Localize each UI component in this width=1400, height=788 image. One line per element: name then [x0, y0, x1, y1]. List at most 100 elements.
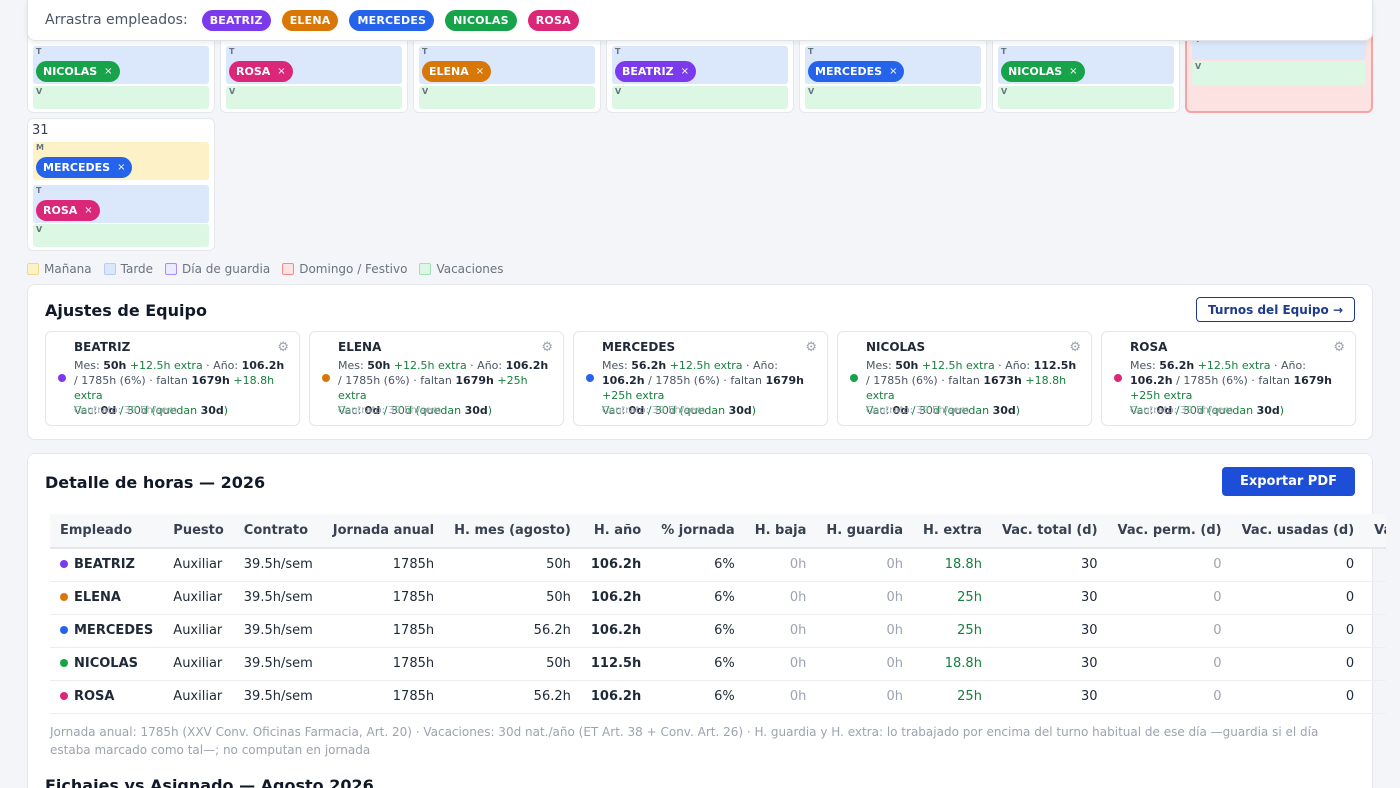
drag-pill-elena[interactable]: ELENA: [281, 9, 339, 31]
table-row[interactable]: NICOLAS Auxiliar 39.5h/sem 1785h 50h 112.5h 6%…: [50, 647, 1386, 681]
shift-chip[interactable]: MERCEDES ×: [808, 61, 905, 82]
gear-icon[interactable]: ⚙: [805, 340, 817, 355]
column-header[interactable]: Vac. rest. (d): [1364, 514, 1386, 549]
employee-name: ELENA: [74, 590, 121, 605]
employee-card-mercedes[interactable]: MERCEDES ⚙ Mes: 56.2h +12.5h extra · Año: …: [573, 331, 828, 426]
employee-card-rosa[interactable]: ROSA ⚙ Mes: 56.2h +12.5h extra · Año: 106.…: [1101, 331, 1356, 426]
column-header[interactable]: Vac. total (d): [991, 514, 1108, 549]
column-header[interactable]: % jornada: [651, 514, 745, 549]
calendar-day[interactable]: T NICOLAS × V: [992, 30, 1180, 113]
gear-icon[interactable]: ⚙: [541, 340, 553, 355]
table-cell: 25h: [912, 614, 992, 648]
table-cell: 1785h: [322, 647, 445, 681]
vacation-slot[interactable]: V: [419, 86, 595, 109]
employee-name: MERCEDES: [74, 623, 154, 638]
drag-pill-nicolas[interactable]: NICOLAS: [445, 9, 517, 31]
table-cell: 39.5h/sem: [233, 647, 323, 681]
slot-tag: V: [1195, 62, 1202, 71]
remove-icon[interactable]: ×: [681, 66, 689, 77]
calendar-day[interactable]: T ROSA × V: [220, 30, 408, 113]
remove-icon[interactable]: ×: [476, 66, 484, 77]
column-header[interactable]: H. baja: [744, 514, 817, 549]
shift-chip[interactable]: MERCEDES ×: [36, 157, 133, 178]
remove-icon[interactable]: ×: [104, 66, 112, 77]
table-row[interactable]: MERCEDES Auxiliar 39.5h/sem 1785h 56.2h 106.2…: [50, 614, 1386, 648]
table-row[interactable]: BEATRIZ Auxiliar 39.5h/sem 1785h 50h 106.2h 6%…: [50, 548, 1386, 582]
afternoon-slot[interactable]: T NICOLAS ×: [998, 46, 1174, 84]
shift-chip[interactable]: NICOLAS ×: [1001, 61, 1085, 82]
remove-icon[interactable]: ×: [889, 66, 897, 77]
table-cell: Auxiliar: [163, 614, 234, 648]
column-header[interactable]: Vac. perm. (d): [1107, 514, 1232, 549]
calendar-day[interactable]: T NICOLAS × V: [27, 30, 215, 113]
hours-table-viewport[interactable]: Empleado Puesto Contrato Jornada anual H. me…: [28, 454, 1386, 754]
remove-icon[interactable]: ×: [84, 205, 92, 216]
calendar-day[interactable]: T BEATRIZ × V: [606, 30, 794, 113]
afternoon-slot[interactable]: T BEATRIZ ×: [612, 46, 788, 84]
team-shifts-button[interactable]: Turnos del Equipo →: [1196, 297, 1355, 322]
employee-contract: Contrato: 39.5h/sem: [602, 405, 706, 416]
drag-pill-mercedes[interactable]: MERCEDES: [349, 9, 435, 31]
morning-slot[interactable]: M MERCEDES ×: [33, 142, 209, 180]
table-row[interactable]: ELENA Auxiliar 39.5h/sem 1785h 50h 106.2h 6% 0h…: [50, 581, 1386, 615]
afternoon-slot[interactable]: T MERCEDES ×: [805, 46, 981, 84]
table-cell: 6%: [651, 581, 745, 615]
employee-card-beatriz[interactable]: BEATRIZ ⚙ Mes: 50h +12.5h extra · Año: 106…: [45, 331, 300, 426]
employee-color-dot: [322, 374, 330, 382]
remove-icon[interactable]: ×: [1069, 66, 1077, 77]
calendar-day[interactable]: T MERCEDES × V: [799, 30, 987, 113]
gear-icon[interactable]: ⚙: [277, 340, 289, 355]
column-header[interactable]: H. año: [580, 514, 652, 549]
table-cell: 30: [991, 614, 1108, 648]
shift-chip[interactable]: ROSA ×: [229, 61, 293, 82]
column-header[interactable]: H. guardia: [816, 514, 913, 549]
table-cell: 39.5h/sem: [233, 614, 323, 648]
afternoon-slot[interactable]: T NICOLAS ×: [33, 46, 209, 84]
employee-card-nicolas[interactable]: NICOLAS ⚙ Mes: 50h +12.5h extra · Año: 112…: [837, 331, 1092, 426]
gear-icon[interactable]: ⚙: [1069, 340, 1081, 355]
remove-icon[interactable]: ×: [117, 162, 125, 173]
team-settings-title: Ajustes de Equipo: [45, 301, 207, 320]
vacation-slot[interactable]: V: [226, 86, 402, 109]
shift-chip[interactable]: ROSA ×: [36, 200, 100, 221]
remove-icon[interactable]: ×: [277, 66, 285, 77]
afternoon-slot[interactable]: T ROSA ×: [33, 185, 209, 223]
chip-label: MERCEDES: [815, 65, 883, 78]
vacation-slot[interactable]: V: [805, 86, 981, 109]
table-cell: 25h: [912, 581, 992, 615]
employee-card-elena[interactable]: ELENA ⚙ Mes: 50h +12.5h extra · Año: 106.2…: [309, 331, 564, 426]
shift-chip[interactable]: ELENA ×: [422, 61, 492, 82]
column-header[interactable]: H. mes (agosto): [444, 514, 581, 549]
chip-label: ROSA: [236, 65, 271, 78]
vacation-slot[interactable]: V: [33, 86, 209, 109]
column-header[interactable]: H. extra: [912, 514, 992, 549]
gear-icon[interactable]: ⚙: [1333, 340, 1345, 355]
employee-name: ROSA: [1130, 340, 1168, 354]
column-header[interactable]: Empleado: [50, 514, 164, 549]
column-header[interactable]: Jornada anual: [322, 514, 445, 549]
afternoon-slot[interactable]: T ELENA ×: [419, 46, 595, 84]
vacation-slot[interactable]: V: [998, 86, 1174, 109]
vacation-slot[interactable]: V: [612, 86, 788, 109]
slot-tag: T: [229, 47, 235, 56]
calendar-day-31[interactable]: 31 M MERCEDES × T ROSA × V: [27, 118, 215, 251]
employee-color-dot: [58, 374, 66, 382]
column-header[interactable]: Puesto: [163, 514, 234, 549]
shift-chip[interactable]: NICOLAS ×: [36, 61, 120, 82]
table-cell: 106.2h: [580, 680, 652, 714]
table-cell: 0: [1107, 581, 1232, 615]
drag-pill-beatriz[interactable]: BEATRIZ: [201, 9, 271, 31]
column-header[interactable]: Contrato: [233, 514, 323, 549]
vacation-slot[interactable]: V: [1192, 61, 1366, 85]
slot-tag: V: [422, 87, 429, 96]
calendar-day[interactable]: T ELENA × V: [413, 30, 601, 113]
shift-chip[interactable]: BEATRIZ ×: [615, 61, 696, 82]
column-header[interactable]: Vac. usadas (d): [1231, 514, 1365, 549]
afternoon-slot[interactable]: T ROSA ×: [226, 46, 402, 84]
table-cell: 0h: [744, 647, 817, 681]
table-cell: 1785h: [322, 581, 445, 615]
vacation-slot[interactable]: V: [33, 224, 209, 247]
table-row[interactable]: ROSA Auxiliar 39.5h/sem 1785h 56.2h 106.2h 6% 0…: [50, 680, 1386, 714]
drag-pill-rosa[interactable]: ROSA: [527, 9, 579, 31]
slot-tag: T: [808, 47, 814, 56]
